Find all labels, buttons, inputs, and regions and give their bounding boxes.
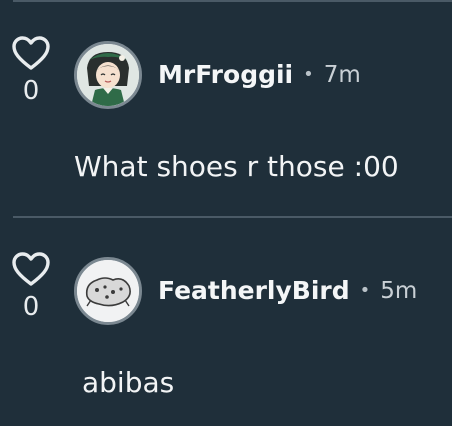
like-count: 0 xyxy=(22,292,40,322)
timestamp: 5m xyxy=(380,277,418,304)
heart-icon[interactable] xyxy=(11,36,51,72)
comment-text: abibas xyxy=(82,366,175,399)
comment-divider xyxy=(13,216,452,218)
anime-character-avatar-icon xyxy=(77,44,139,106)
comment-text: What shoes r those :00 xyxy=(74,150,399,183)
like-column: 0 xyxy=(10,36,52,104)
like-count: 0 xyxy=(22,76,40,106)
separator-dot: • xyxy=(303,64,314,85)
avatar[interactable] xyxy=(74,257,142,325)
timestamp: 7m xyxy=(323,61,361,88)
top-divider xyxy=(13,0,452,2)
heart-icon[interactable] xyxy=(11,252,51,288)
separator-dot: • xyxy=(359,280,371,301)
like-column: 0 xyxy=(10,252,52,320)
cookie-sketch-avatar-icon xyxy=(77,260,139,322)
username[interactable]: FeatherlyBird xyxy=(158,276,350,305)
username[interactable]: MrFroggii xyxy=(158,60,293,89)
comment-header: FeatherlyBird • 5m xyxy=(158,276,417,305)
comment-header: MrFroggii • 7m xyxy=(158,60,361,89)
avatar[interactable] xyxy=(74,41,142,109)
